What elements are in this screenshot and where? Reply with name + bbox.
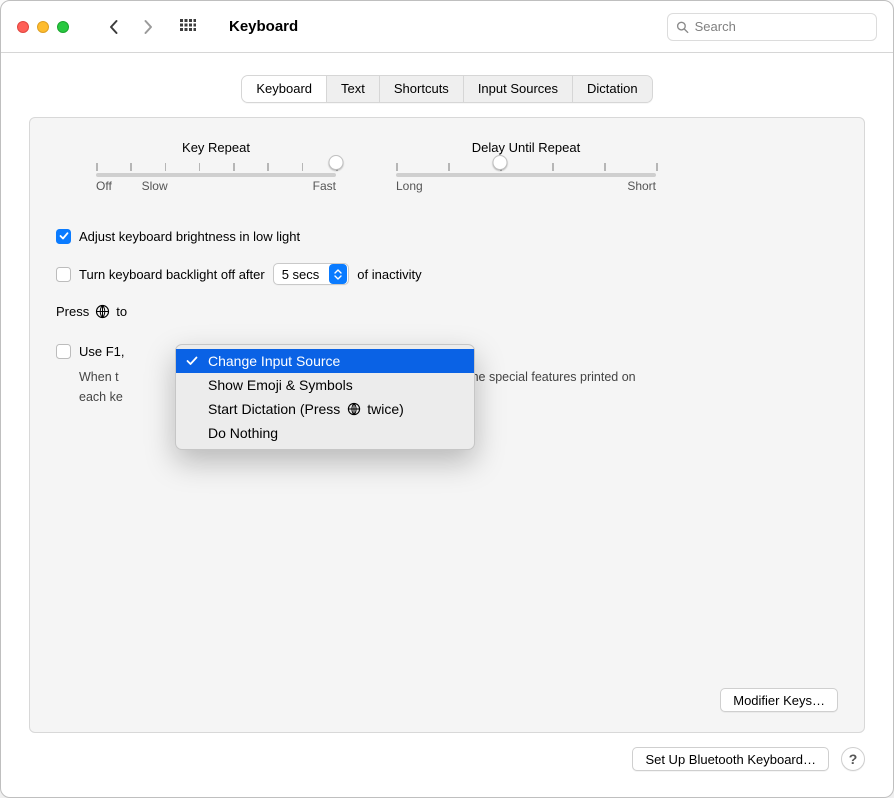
delay-title: Delay Until Repeat (472, 140, 580, 155)
search-input[interactable] (695, 19, 868, 34)
nav-buttons (97, 13, 205, 41)
backlight-duration-popup[interactable]: 5 secs (273, 263, 350, 285)
menu-item-label: Show Emoji & Symbols (208, 377, 353, 393)
tab-text[interactable]: Text (327, 76, 380, 102)
press-globe-suffix: to (116, 304, 127, 319)
preferences-window: Keyboard Keyboard Text Shortcuts Input S… (0, 0, 894, 798)
key-repeat-off-label: Off (96, 179, 112, 193)
tab-shortcuts[interactable]: Shortcuts (380, 76, 464, 102)
globe-icon (95, 304, 110, 319)
delay-until-repeat-slider[interactable] (396, 161, 656, 177)
minimize-button[interactable] (37, 21, 49, 33)
close-button[interactable] (17, 21, 29, 33)
menu-item-change-input-source[interactable]: Change Input Source (176, 349, 474, 373)
key-repeat-knob[interactable] (329, 155, 344, 170)
adjust-brightness-checkbox[interactable] (56, 229, 71, 244)
press-globe-prefix: Press (56, 304, 89, 319)
standard-fn-help-line2: each ke (79, 390, 123, 404)
setup-bluetooth-keyboard-button[interactable]: Set Up Bluetooth Keyboard… (632, 747, 829, 771)
key-repeat-slider-block: Key Repeat Off Slow Fast (96, 140, 336, 194)
menu-item-label: Change Input Source (208, 353, 340, 369)
window-controls (17, 21, 69, 33)
tab-dictation[interactable]: Dictation (573, 76, 652, 102)
search-icon (676, 20, 689, 34)
key-repeat-slow-label: Slow (142, 179, 168, 193)
popup-arrows-icon (329, 264, 347, 284)
menu-item-label: Do Nothing (208, 425, 278, 441)
key-repeat-fast-label: Fast (313, 179, 336, 193)
tab-keyboard[interactable]: Keyboard (242, 76, 327, 102)
backlight-off-checkbox[interactable] (56, 267, 71, 282)
backlight-off-prefix: Turn keyboard backlight off after (79, 267, 265, 282)
adjust-brightness-label: Adjust keyboard brightness in low light (79, 229, 300, 244)
zoom-button[interactable] (57, 21, 69, 33)
delay-until-repeat-slider-block: Delay Until Repeat Long Short (396, 140, 656, 194)
tab-input-sources[interactable]: Input Sources (464, 76, 573, 102)
modifier-keys-button[interactable]: Modifier Keys… (720, 688, 838, 712)
adjust-brightness-row: Adjust keyboard brightness in low light (56, 222, 838, 250)
key-repeat-slider[interactable] (96, 161, 336, 177)
footer-row: Set Up Bluetooth Keyboard… ? (29, 747, 865, 771)
content-area: Keyboard Text Shortcuts Input Sources Di… (1, 53, 893, 797)
menu-item-label-post: twice) (367, 401, 404, 417)
globe-icon (346, 402, 361, 417)
standard-fn-help-pre: When t (79, 369, 119, 387)
key-repeat-title: Key Repeat (182, 140, 250, 155)
menu-item-do-nothing[interactable]: Do Nothing (176, 421, 474, 445)
backlight-duration-value: 5 secs (282, 267, 320, 282)
menu-item-show-emoji-symbols[interactable]: Show Emoji & Symbols (176, 373, 474, 397)
window-title: Keyboard (229, 18, 298, 35)
check-icon (186, 355, 200, 367)
standard-function-keys-label: Use F1, (79, 344, 125, 359)
forward-button[interactable] (131, 13, 165, 41)
back-button[interactable] (97, 13, 131, 41)
search-field[interactable] (667, 13, 877, 41)
backlight-off-row: Turn keyboard backlight off after 5 secs… (56, 260, 838, 288)
press-globe-row: Press to (56, 304, 838, 319)
press-globe-menu[interactable]: Change Input Source Show Emoji & Symbols… (175, 344, 475, 450)
standard-function-keys-checkbox[interactable] (56, 344, 71, 359)
titlebar: Keyboard (1, 1, 893, 53)
backlight-off-suffix: of inactivity (357, 267, 421, 282)
keyboard-panel: Key Repeat Off Slow Fast Delay Until Rep… (29, 117, 865, 733)
delay-short-label: Short (627, 179, 656, 193)
help-button[interactable]: ? (841, 747, 865, 771)
menu-item-start-dictation[interactable]: Start Dictation (Press twice) (176, 397, 474, 421)
show-all-button[interactable] (171, 13, 205, 41)
delay-long-label: Long (396, 179, 423, 193)
tabs: Keyboard Text Shortcuts Input Sources Di… (241, 75, 652, 103)
delay-knob[interactable] (493, 155, 508, 170)
menu-item-label-pre: Start Dictation (Press (208, 401, 340, 417)
